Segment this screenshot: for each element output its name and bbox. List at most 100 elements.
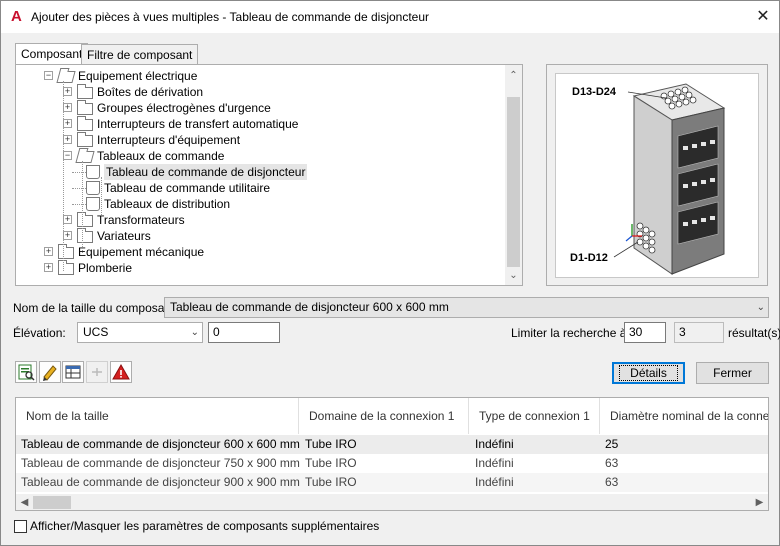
expand-icon[interactable]: + xyxy=(63,103,72,112)
column-header-connection-type[interactable]: Type de connexion 1 xyxy=(469,398,600,434)
part-icon xyxy=(86,181,100,195)
tab-composant[interactable]: Composant xyxy=(15,43,89,65)
dialog-window: A Ajouter des pièces à vues multiples - … xyxy=(0,0,780,546)
expand-icon[interactable]: + xyxy=(63,215,72,224)
size-select-value: Tableau de commande de disjoncteur 600 x… xyxy=(170,300,449,314)
warning-icon[interactable] xyxy=(110,361,132,383)
table-cell: Tube IRO xyxy=(305,437,357,451)
tree-item-label: Boîtes de dérivation xyxy=(97,85,204,99)
tree-item[interactable]: − Equipement électrique xyxy=(16,68,504,84)
autocad-app-icon: A xyxy=(11,8,22,25)
part-icon xyxy=(86,165,100,179)
results-label: résultat(s) xyxy=(728,326,780,340)
tree-item[interactable]: + Plomberie xyxy=(16,260,504,276)
tree-item-label: Groupes électrogènes d'urgence xyxy=(97,101,271,115)
folder-icon xyxy=(77,84,93,99)
tree-item[interactable]: Tableau de commande de disjoncteur xyxy=(16,164,504,180)
expand-icon[interactable]: + xyxy=(63,231,72,240)
column-header-nominal-diameter[interactable]: Diamètre nominal de la conne xyxy=(600,398,768,434)
tree-connector-line xyxy=(72,188,86,189)
scroll-left-icon[interactable]: ◀ xyxy=(16,494,33,510)
results-grid: Nom de la taille Domaine de la connexion… xyxy=(15,397,769,511)
collapse-icon[interactable]: − xyxy=(44,71,53,80)
table-cell: 25 xyxy=(605,437,619,451)
scroll-down-icon[interactable]: ⌄ xyxy=(505,267,522,284)
tree-item-label: Variateurs xyxy=(97,229,151,243)
folder-icon xyxy=(77,116,93,131)
table-cell: 63 xyxy=(605,475,619,489)
elevation-mode-select[interactable]: UCS ⌄ xyxy=(77,322,203,343)
tree-guide-line xyxy=(82,161,83,253)
tree-vertical-scrollbar[interactable]: ⌃ ⌄ xyxy=(505,65,522,285)
tree-item[interactable]: + Interrupteurs d'équipement xyxy=(16,132,504,148)
table-cell: Tube IRO xyxy=(305,456,357,470)
tree-item-label: Interrupteurs d'équipement xyxy=(97,133,241,147)
grid-scroll-thumb[interactable] xyxy=(33,496,71,509)
tree-item[interactable]: + Variateurs xyxy=(16,228,504,244)
expand-icon[interactable]: + xyxy=(44,247,53,256)
tree-item[interactable]: Tableaux de distribution xyxy=(16,196,504,212)
elevation-mode-value: UCS xyxy=(83,325,109,339)
tree-scroll-thumb[interactable] xyxy=(507,97,520,267)
table-cell: 63 xyxy=(605,456,619,470)
folder-icon xyxy=(58,244,74,259)
expand-icon[interactable]: + xyxy=(63,119,72,128)
collapse-icon[interactable]: − xyxy=(63,151,72,160)
chevron-down-icon: ⌄ xyxy=(756,302,765,313)
expand-icon[interactable]: + xyxy=(63,135,72,144)
close-button[interactable]: Fermer xyxy=(696,362,769,384)
tree-item-label: Transformateurs xyxy=(97,213,185,227)
limit-input[interactable]: 30 xyxy=(624,322,666,343)
tree-item-label: Tableau de commande de disjoncteur xyxy=(104,164,308,180)
show-parameters-label[interactable]: Afficher/Masquer les paramètres de compo… xyxy=(30,519,379,534)
pin-icon[interactable] xyxy=(86,361,108,383)
table-cell: Indéfini xyxy=(475,456,514,470)
elevation-label: Élévation: xyxy=(13,326,66,340)
tree-item[interactable]: + Groupes électrogènes d'urgence xyxy=(16,100,504,116)
tree-item-label: Equipement électrique xyxy=(78,69,198,83)
tree-item[interactable]: + Equipement mécanique xyxy=(16,244,504,260)
tree-guide-line xyxy=(101,177,102,215)
switchboard-preview-image: D13-D24 D1-D12 xyxy=(570,83,726,275)
size-select[interactable]: Tableau de commande de disjoncteur 600 x… xyxy=(164,297,769,318)
details-button[interactable]: Détails xyxy=(612,362,685,384)
close-icon[interactable]: ✕ xyxy=(753,7,773,27)
grid-horizontal-scrollbar[interactable]: ◀ ▶ xyxy=(16,494,768,510)
tree-connector-line xyxy=(72,172,86,173)
tree-item[interactable]: + Boîtes de dérivation xyxy=(16,84,504,100)
preview-viewport: D13-D24 D1-D12 xyxy=(555,73,759,278)
tree-item-label: Tableau de commande utilitaire xyxy=(104,181,271,195)
elevation-value-input[interactable]: 0 xyxy=(208,322,280,343)
window-title: Ajouter des pièces à vues multiples - Ta… xyxy=(31,10,430,24)
folder-icon xyxy=(58,260,74,275)
scroll-up-icon[interactable]: ⌃ xyxy=(505,67,522,84)
table-row[interactable]: Tableau de commande de disjoncteur 600 x… xyxy=(16,435,768,454)
tree-item[interactable]: − Tableaux de commande xyxy=(16,148,504,164)
table-view-icon[interactable] xyxy=(62,361,84,383)
show-parameters-checkbox[interactable] xyxy=(14,520,27,533)
connector-label-bottom: D1-D12 xyxy=(570,252,608,264)
column-header-connection-domain[interactable]: Domaine de la connexion 1 xyxy=(299,398,469,434)
table-row[interactable]: Tableau de commande de disjoncteur 750 x… xyxy=(16,454,768,473)
size-label: Nom de la taille du composant: xyxy=(13,301,178,315)
tree-item-label: Tableaux de commande xyxy=(97,149,225,163)
table-cell: Tableau de commande de disjoncteur 600 x… xyxy=(21,437,300,451)
limit-label: Limiter la recherche à: xyxy=(511,326,630,340)
table-cell: Indéfini xyxy=(475,475,514,489)
edit-pencil-icon[interactable] xyxy=(39,361,61,383)
preview-panel: D13-D24 D1-D12 xyxy=(546,64,768,286)
expand-icon[interactable]: + xyxy=(63,87,72,96)
part-icon xyxy=(86,197,100,211)
expand-icon[interactable]: + xyxy=(44,263,53,272)
table-cell: Tableau de commande de disjoncteur 750 x… xyxy=(21,456,300,470)
scroll-right-icon[interactable]: ▶ xyxy=(751,494,768,510)
table-row[interactable]: Tableau de commande de disjoncteur 900 x… xyxy=(16,473,768,492)
catalog-search-icon[interactable] xyxy=(15,361,37,383)
tree-item[interactable]: + Transformateurs xyxy=(16,212,504,228)
tree-item-label: Plomberie xyxy=(78,261,133,275)
tree-item[interactable]: + Interrupteurs de transfert automatique xyxy=(16,116,504,132)
connector-label-top: D13-D24 xyxy=(572,86,617,98)
tree-item[interactable]: Tableau de commande utilitaire xyxy=(16,180,504,196)
tab-filtre-composant[interactable]: Filtre de composant xyxy=(81,44,199,64)
column-header-size-name[interactable]: Nom de la taille xyxy=(16,398,299,434)
